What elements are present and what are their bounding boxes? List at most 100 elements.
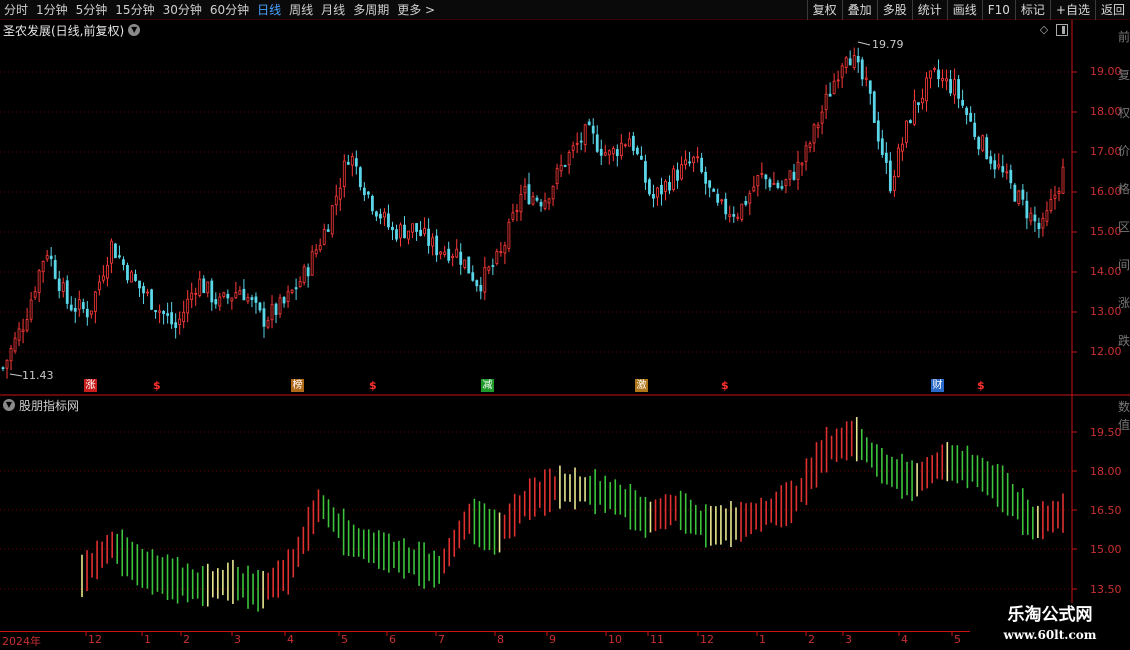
candle-body — [1013, 184, 1017, 202]
dollar-signal[interactable]: $ — [369, 379, 377, 392]
candle-body — [949, 79, 952, 94]
candle-body — [298, 281, 302, 288]
candle-body — [459, 251, 463, 265]
candle-body — [306, 267, 310, 277]
candle-body — [599, 148, 603, 156]
high-price-label: 19.79 — [872, 38, 904, 51]
candle-body — [270, 304, 274, 321]
candle-body — [900, 143, 904, 152]
diamond-icon[interactable]: ◇ — [1038, 24, 1050, 36]
candle-body — [1025, 200, 1029, 219]
candle-body — [346, 161, 350, 165]
candle-body — [302, 266, 306, 283]
candle-body — [631, 135, 635, 151]
candle-body — [479, 284, 483, 292]
candle-body — [395, 229, 398, 240]
candle-body — [744, 200, 748, 205]
candle-body — [350, 156, 354, 166]
dollar-signal[interactable]: $ — [153, 379, 161, 392]
candle-body — [101, 275, 105, 281]
candle-body — [905, 120, 908, 143]
chevron-down-icon[interactable]: ▼ — [128, 24, 141, 36]
high-marker-line — [857, 41, 871, 46]
candle-body — [182, 311, 186, 323]
candle-body — [93, 291, 97, 312]
candle-body — [925, 77, 928, 102]
candle-body — [258, 302, 262, 311]
candle-body — [619, 142, 623, 156]
candle-body — [660, 185, 663, 195]
candle-body — [985, 137, 989, 160]
candle-body — [724, 198, 728, 215]
candle-body — [383, 212, 386, 218]
candle-body — [467, 256, 471, 274]
chevron-down-icon[interactable]: ▼ — [3, 399, 15, 411]
candle-body — [543, 200, 547, 209]
candle-body — [230, 297, 234, 302]
candle-body — [961, 100, 965, 106]
signal-marker[interactable]: 减 — [481, 379, 494, 392]
candle-body — [17, 328, 21, 341]
candle-body — [764, 174, 768, 180]
candle-body — [623, 144, 627, 147]
candle-body — [981, 135, 985, 151]
candle-body — [447, 248, 451, 261]
candle-body — [933, 68, 936, 70]
candle-body — [122, 259, 125, 265]
candle-body — [415, 223, 418, 232]
y-tick: 17.00 — [1090, 145, 1122, 158]
candle-body — [844, 57, 848, 68]
dollar-signal[interactable]: $ — [721, 379, 729, 392]
candle-body — [234, 292, 238, 299]
candle-body — [535, 197, 539, 201]
signal-marker[interactable]: 财 — [931, 379, 944, 392]
candle-body — [222, 292, 226, 298]
candle-body — [114, 243, 117, 259]
candle-body — [310, 251, 314, 276]
candle-body — [820, 111, 824, 124]
stock-title: 圣农发展(日线,前复权) — [3, 23, 125, 38]
candle-body — [427, 228, 431, 246]
candle-body — [965, 107, 969, 115]
candle-body — [684, 159, 687, 166]
candle-body — [752, 186, 756, 192]
candle-body — [475, 280, 479, 287]
dollar-signal[interactable]: $ — [977, 379, 985, 392]
candle-body — [170, 312, 174, 325]
candle-body — [210, 280, 214, 303]
candle-body — [539, 201, 543, 207]
date-axis: 2024年 12 1 2 3 4 5 6 7 8 9 10 11 12 1 2 … — [0, 631, 1130, 650]
candle-body — [760, 172, 764, 175]
side-label-char: 涨 — [1118, 296, 1130, 310]
candle-body — [194, 292, 198, 295]
candle-body — [587, 121, 591, 126]
candle-body — [563, 165, 567, 167]
candle-body — [872, 91, 876, 123]
date-label: 4 — [901, 633, 908, 646]
candle-body — [1017, 190, 1021, 204]
candle-body — [856, 56, 860, 63]
y-tick: 18.00 — [1090, 105, 1122, 118]
panel-toggle-icon[interactable] — [1056, 24, 1068, 36]
signal-marker[interactable]: 涨 — [84, 379, 97, 392]
candle-body — [375, 211, 378, 217]
signal-marker[interactable]: 激 — [635, 379, 648, 392]
y-tick: 12.00 — [1090, 345, 1122, 358]
candle-body — [471, 272, 475, 281]
candle-body — [555, 168, 559, 184]
candle-body — [399, 224, 402, 239]
chart-canvas[interactable] — [0, 0, 1130, 650]
candle-body — [615, 149, 619, 157]
candle-body — [652, 194, 655, 199]
candle-body — [1001, 166, 1005, 173]
candle-body — [61, 282, 65, 293]
candle-body — [354, 158, 358, 167]
low-marker-line — [9, 373, 23, 377]
candle-body — [913, 100, 916, 125]
date-label: 8 — [497, 633, 504, 646]
candle-body — [226, 293, 230, 299]
candle-body — [708, 180, 712, 188]
candle-body — [118, 255, 121, 258]
signal-marker[interactable]: 榜 — [291, 379, 304, 392]
candle-body — [37, 270, 41, 294]
